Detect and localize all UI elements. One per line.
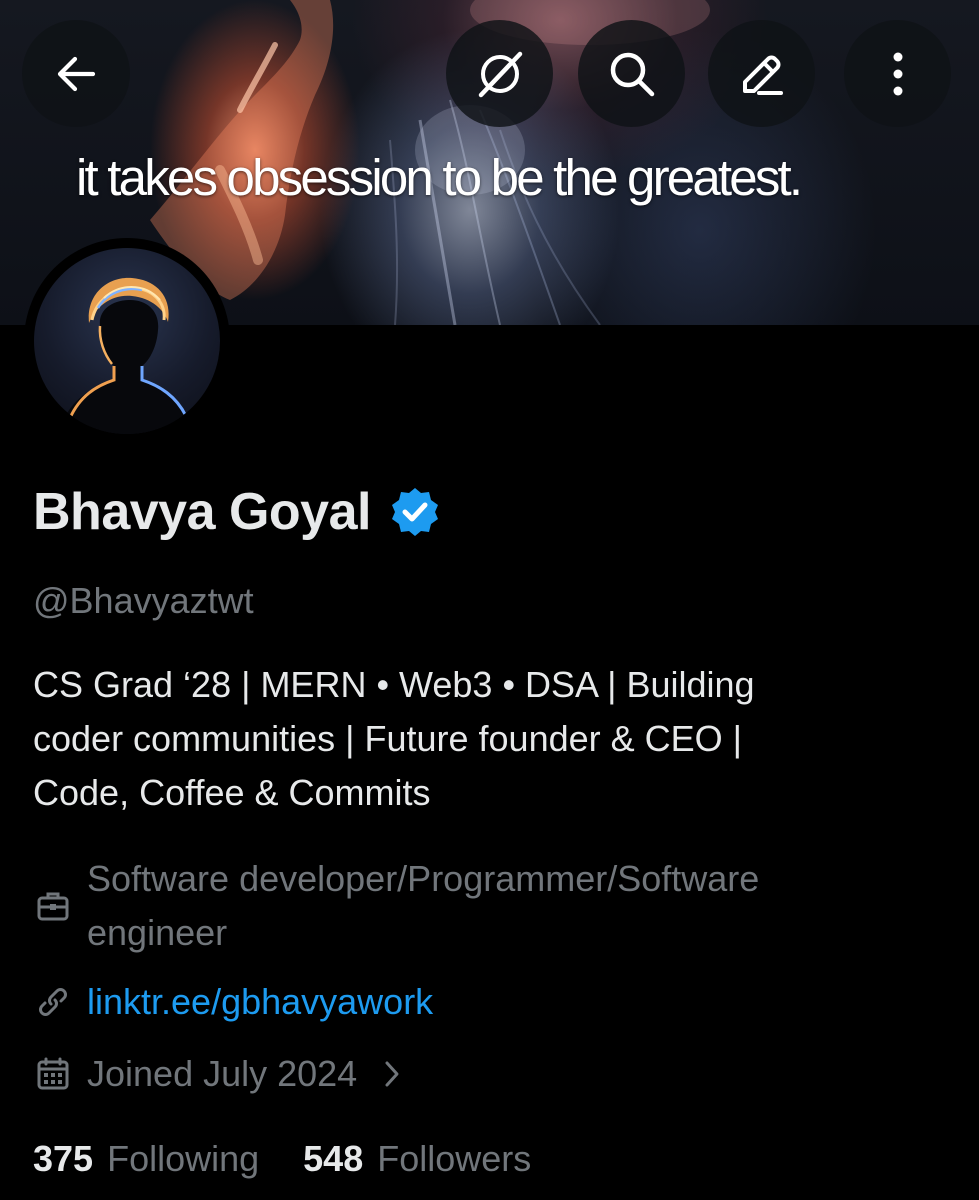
following-link[interactable]: 375 Following bbox=[33, 1132, 259, 1186]
chevron-right-icon bbox=[383, 1059, 401, 1089]
profession-line: engineer bbox=[87, 912, 228, 953]
followers-count: 548 bbox=[303, 1138, 364, 1179]
following-count: 375 bbox=[33, 1138, 94, 1179]
website-row: linktr.ee/gbhavyawork bbox=[33, 975, 433, 1029]
back-button[interactable] bbox=[22, 20, 130, 127]
bio-line: Code, Coffee & Commits bbox=[33, 772, 431, 813]
more-vertical-icon bbox=[893, 52, 902, 95]
bio-line: CS Grad ‘28 | MERN • Web3 • DSA | Buildi… bbox=[33, 664, 755, 705]
calendar-icon bbox=[33, 1047, 73, 1101]
banner-quote: it takes obsession to be the greatest. bbox=[76, 149, 803, 206]
pencil-icon bbox=[742, 55, 783, 95]
verified-badge-icon[interactable] bbox=[389, 486, 441, 538]
grok-icon bbox=[478, 51, 522, 97]
joined-date[interactable]: Joined July 2024 bbox=[87, 1047, 401, 1101]
joined-text: Joined July 2024 bbox=[87, 1053, 358, 1094]
avatar-ring[interactable] bbox=[24, 238, 230, 444]
following-label: Following bbox=[107, 1138, 260, 1179]
edit-button[interactable] bbox=[708, 20, 815, 127]
name-row: Bhavya Goyal bbox=[33, 482, 441, 542]
followers-label: Followers bbox=[377, 1138, 532, 1179]
bio: CS Grad ‘28 | MERN • Web3 • DSA | Buildi… bbox=[33, 658, 933, 820]
search-button[interactable] bbox=[578, 20, 685, 127]
profession-line: Software developer/Programmer/Software bbox=[87, 858, 760, 899]
arrow-left-icon bbox=[57, 56, 96, 91]
profession-text: Software developer/Programmer/Software e… bbox=[87, 852, 759, 960]
bio-line: coder communities | Future founder & CEO… bbox=[33, 718, 742, 759]
display-name: Bhavya Goyal bbox=[33, 483, 371, 541]
followers-link[interactable]: 548 Followers bbox=[303, 1132, 531, 1186]
grok-button[interactable] bbox=[446, 20, 553, 127]
avatar bbox=[34, 248, 220, 434]
profession-row: Software developer/Programmer/Software e… bbox=[33, 852, 759, 960]
briefcase-icon bbox=[33, 852, 73, 960]
website-link[interactable]: linktr.ee/gbhavyawork bbox=[87, 975, 433, 1029]
handle: @Bhavyaztwt bbox=[33, 580, 254, 621]
more-button[interactable] bbox=[844, 20, 951, 127]
follow-stats: 375 Following 548 Followers bbox=[33, 1132, 531, 1186]
joined-row[interactable]: Joined July 2024 bbox=[33, 1047, 401, 1101]
link-icon bbox=[33, 975, 73, 1029]
search-icon bbox=[610, 52, 654, 96]
avatar-portrait bbox=[58, 277, 196, 434]
